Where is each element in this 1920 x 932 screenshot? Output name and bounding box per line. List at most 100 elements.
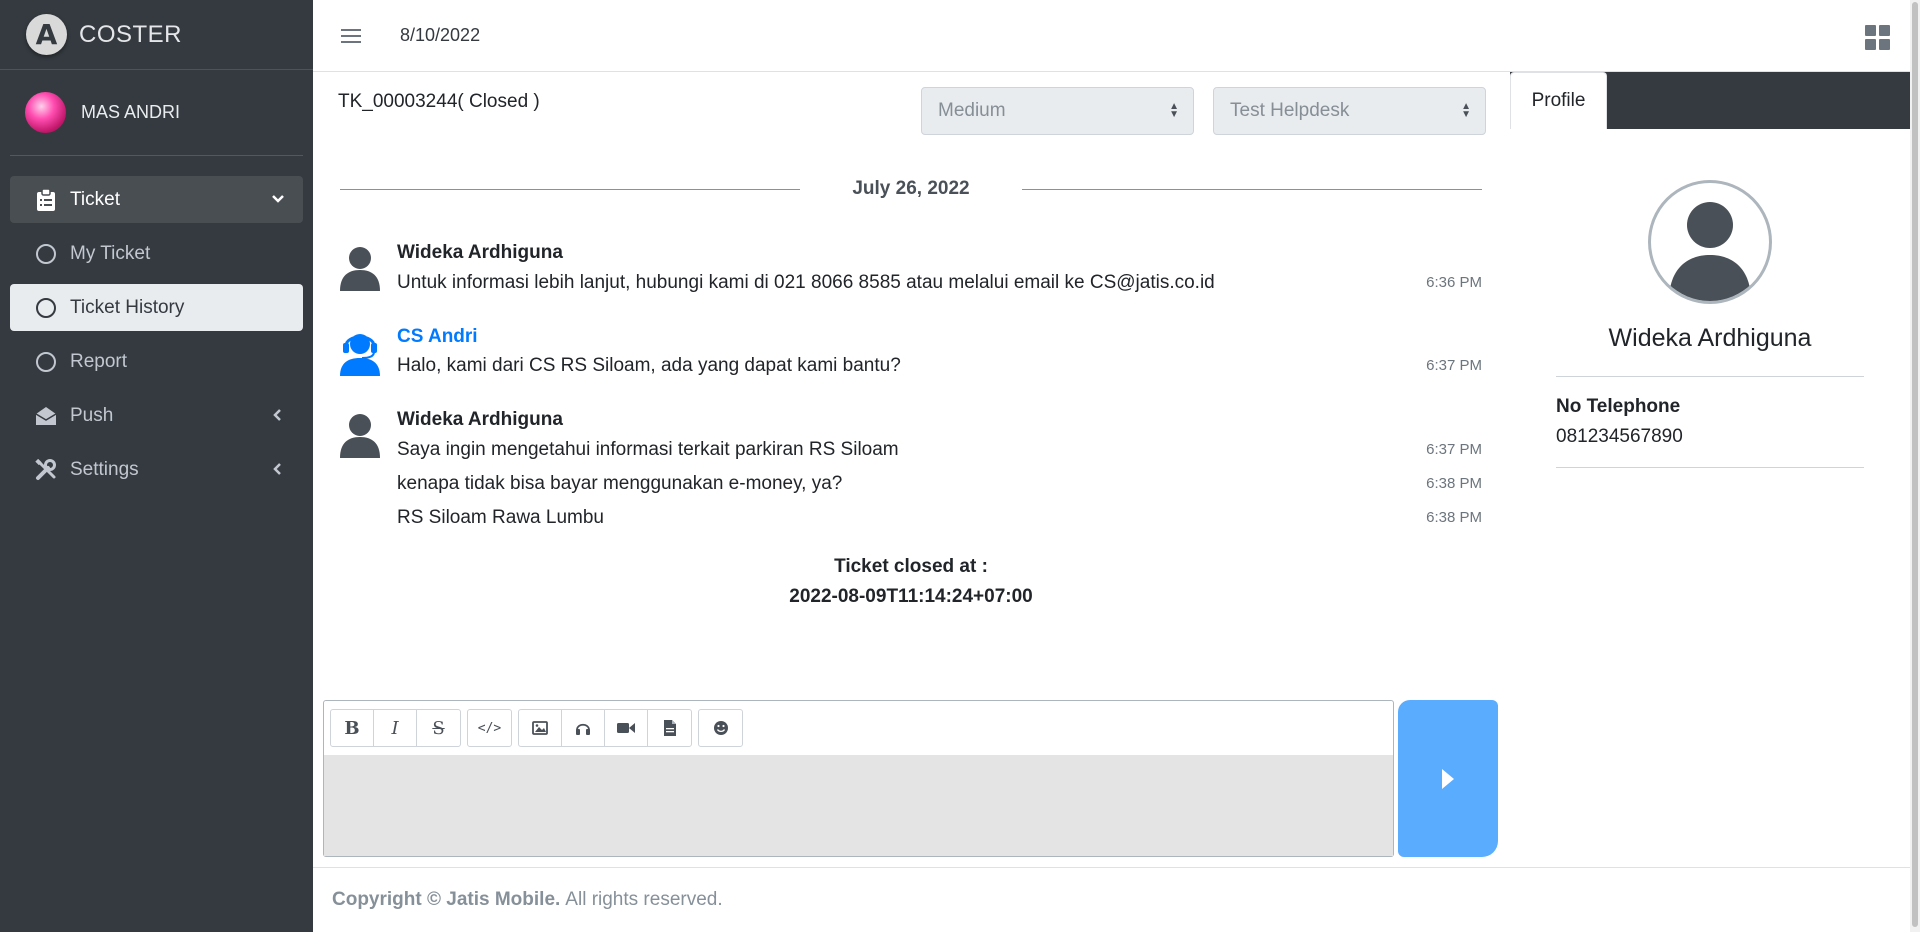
priority-select[interactable]: Medium ▲ ▼ (921, 87, 1194, 135)
sidebar-nav: Ticket My Ticket Ticket History Report P… (0, 156, 313, 493)
file-icon (663, 720, 676, 736)
priority-select-value: Medium (938, 100, 1006, 121)
message-text: kenapa tidak bisa bayar menggunakan e-mo… (397, 473, 843, 494)
circle-icon (34, 350, 58, 374)
ticket-title: TK_00003244( Closed ) (338, 91, 540, 112)
sidebar-item-push[interactable]: Push (10, 392, 303, 439)
chevron-down-icon (271, 190, 285, 212)
footer: Copyright © Jatis Mobile. All rights res… (313, 867, 1910, 932)
strikethrough-icon: S (432, 717, 445, 739)
chat-message: Wideka Ardhiguna Saya ingin mengetahui i… (338, 409, 1482, 529)
group-select[interactable]: Test Helpdesk ▲ ▼ (1213, 87, 1486, 135)
user-icon (340, 414, 380, 458)
message-time: 6:36 PM (1426, 274, 1482, 291)
tab-profile[interactable]: Profile (1510, 72, 1607, 129)
divider (1556, 467, 1864, 468)
image-button[interactable] (519, 710, 562, 746)
sidebar-item-label: My Ticket (70, 242, 151, 264)
profile-name: Wideka Ardhiguna (1608, 324, 1812, 352)
circle-icon (34, 242, 58, 266)
menu-icon[interactable] (341, 25, 361, 47)
sidebar-item-label: Report (70, 350, 128, 372)
sidebar-item-ticket[interactable]: Ticket (10, 176, 303, 223)
emoji-button[interactable] (699, 710, 742, 746)
message-time: 6:37 PM (1426, 357, 1482, 374)
editor-toolbar: B I S </> (324, 701, 1393, 755)
ticket-closed-info: Ticket closed at : 2022-08-09T11:14:24+0… (340, 552, 1482, 612)
select-caret-icon: ▲ ▼ (1461, 101, 1471, 120)
message-sender: Wideka Ardhiguna (397, 409, 563, 430)
brand-logo-icon: A (26, 14, 67, 55)
page-scrollbar[interactable] (1910, 0, 1920, 932)
user-name: MAS ANDRI (81, 102, 181, 122)
sidebar-item-settings[interactable]: Settings (10, 446, 303, 493)
message-input[interactable] (324, 755, 1393, 856)
select-caret-icon: ▲ ▼ (1169, 101, 1179, 120)
divider (1556, 376, 1864, 377)
profile-avatar-icon (1648, 180, 1772, 304)
sidebar-item-label: Push (70, 404, 114, 426)
file-button[interactable] (648, 710, 691, 746)
message-sender: Wideka Ardhiguna (397, 242, 563, 263)
send-button[interactable] (1398, 700, 1498, 857)
sidebar-item-my-ticket[interactable]: My Ticket (10, 230, 303, 277)
footer-brand[interactable]: Copyright © Jatis Mobile. (332, 889, 560, 911)
sidebar-item-ticket-history[interactable]: Ticket History (10, 284, 303, 331)
brand-text: COSTER (79, 20, 183, 48)
ticket-closed-at: 2022-08-09T11:14:24+07:00 (789, 586, 1033, 607)
format-group: B I S (330, 709, 461, 747)
message-time: 6:38 PM (1426, 509, 1482, 526)
topbar: 8/10/2022 (313, 0, 1910, 72)
apps-grid-icon[interactable] (1865, 25, 1890, 50)
message-text: RS Siloam Rawa Lumbu (397, 507, 604, 528)
user-panel[interactable]: MAS ANDRI (10, 70, 303, 156)
message-text: Untuk informasi lebih lanjut, hubungi ka… (397, 272, 1215, 293)
current-date: 8/10/2022 (400, 25, 481, 45)
chat-message: CS Andri Halo, kami dari CS RS Siloam, a… (338, 326, 1482, 382)
media-group (518, 709, 692, 747)
audio-icon (576, 723, 590, 735)
brand[interactable]: A COSTER (0, 0, 313, 70)
video-button[interactable] (605, 710, 648, 746)
audio-button[interactable] (562, 710, 605, 746)
telephone-label: No Telephone (1556, 396, 1681, 417)
ticket-closed-label: Ticket closed at : (834, 556, 988, 577)
circle-icon (34, 296, 58, 320)
message-text: Halo, kami dari CS RS Siloam, ada yang d… (397, 355, 901, 376)
avatar (25, 92, 66, 133)
sidebar-item-label: Ticket History (70, 296, 185, 318)
chat-message: Wideka Ardhiguna Untuk informasi lebih l… (338, 242, 1482, 298)
bold-button[interactable]: B (331, 710, 374, 746)
italic-icon: I (391, 717, 399, 739)
user-icon (340, 247, 380, 291)
sidebar-item-report[interactable]: Report (10, 338, 303, 385)
code-button[interactable]: </> (468, 710, 511, 746)
date-separator: July 26, 2022 (340, 174, 1482, 204)
message-time: 6:37 PM (1426, 441, 1482, 458)
chevron-left-icon (271, 406, 285, 428)
telephone-value: 081234567890 (1556, 426, 1683, 447)
chevron-left-icon (271, 460, 285, 482)
play-icon (1442, 768, 1454, 789)
message-composer: B I S </> (323, 700, 1394, 857)
bold-icon: B (344, 717, 360, 739)
headset-agent-icon (340, 334, 380, 376)
tools-icon (34, 458, 58, 482)
video-icon (617, 723, 635, 733)
sidebar-item-label: Settings (70, 458, 139, 480)
clipboard-icon (34, 188, 58, 212)
sidebar-item-label: Ticket (70, 188, 120, 210)
italic-button[interactable]: I (374, 710, 417, 746)
code-icon: </> (477, 720, 502, 736)
strikethrough-button[interactable]: S (417, 710, 460, 746)
emoji-group (698, 709, 743, 747)
group-select-value: Test Helpdesk (1230, 100, 1350, 121)
footer-rights: All rights reserved. (565, 889, 723, 910)
message-time: 6:38 PM (1426, 475, 1482, 492)
code-group: </> (467, 709, 512, 747)
emoji-icon (713, 721, 728, 735)
envelope-open-icon (34, 404, 58, 428)
sidebar: A COSTER MAS ANDRI Ticket My Ticket Tick… (0, 0, 313, 932)
message-text: Saya ingin mengetahui informasi terkait … (397, 439, 899, 460)
message-sender: CS Andri (397, 326, 478, 347)
